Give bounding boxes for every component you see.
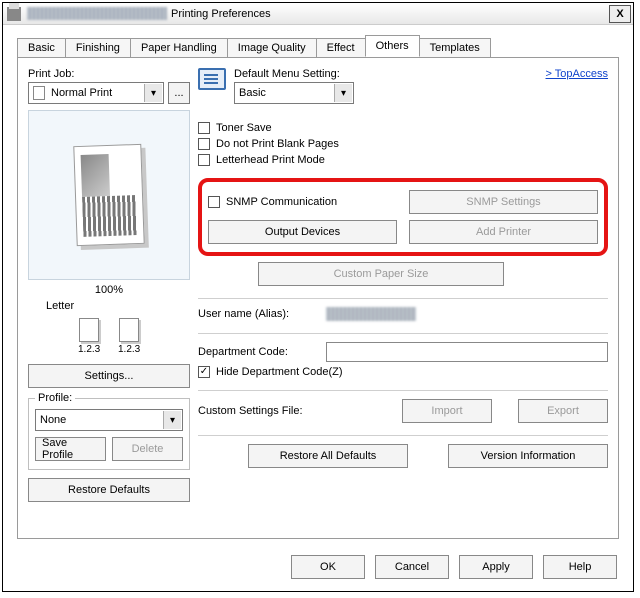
snmp-comm-checkbox[interactable] [208,196,220,208]
mini-page-1: 1.2.3 [79,318,99,342]
page-size-label: Letter [28,300,190,312]
print-job-select[interactable]: Normal Print [28,82,164,104]
dialog-button-bar: OK Cancel Apply Help [3,545,633,591]
blank-pages-label: Do not Print Blank Pages [216,138,339,150]
version-information-button[interactable]: Version Information [448,444,608,468]
default-menu-row: Default Menu Setting: Basic > TopAccess [198,68,608,104]
page-thumbnail [73,144,144,246]
document-icon [33,86,45,100]
toner-save-row[interactable]: Toner Save [198,122,608,134]
window-title: Printing Preferences [171,8,271,20]
titlebar: Printing Preferences X [3,3,633,25]
tab-finishing[interactable]: Finishing [65,38,131,58]
tab-paper-handling[interactable]: Paper Handling [130,38,228,58]
delete-profile-button[interactable]: Delete [112,437,183,461]
dept-code-input[interactable] [326,342,608,362]
page-preview [28,110,190,280]
save-profile-button[interactable]: Save Profile [35,437,106,461]
username-row: User name (Alias): [198,307,608,321]
chevron-down-icon [144,84,162,102]
output-devices-button[interactable]: Output Devices [208,220,397,244]
divider [198,333,608,334]
printer-icon [7,7,21,21]
hide-dept-checkbox[interactable] [198,366,210,378]
mini-pages: 1.2.3 1.2.3 [28,318,190,342]
snmp-comm-row[interactable]: SNMP Communication [208,190,397,214]
page-zoom-label: 100% [28,284,190,296]
tab-image-quality[interactable]: Image Quality [227,38,317,58]
export-button[interactable]: Export [518,399,608,423]
print-job-value: Normal Print [51,87,112,99]
settings-button[interactable]: Settings... [28,364,190,388]
dept-code-label: Department Code: [198,346,318,358]
titlebar-blurred-text [27,7,167,20]
divider [198,390,608,391]
toner-save-checkbox[interactable] [198,122,210,134]
chevron-down-icon [334,84,352,102]
ok-button[interactable]: OK [291,555,365,579]
left-column: Print Job: Normal Print ... 100% Letter … [28,68,190,528]
divider [198,298,608,299]
letterhead-row[interactable]: Letterhead Print Mode [198,154,608,166]
apply-button[interactable]: Apply [459,555,533,579]
tab-templates[interactable]: Templates [419,38,491,58]
cancel-button[interactable]: Cancel [375,555,449,579]
chevron-down-icon [163,411,181,429]
snmp-settings-button[interactable]: SNMP Settings [409,190,598,214]
close-button[interactable]: X [609,5,631,23]
print-job-label: Print Job: [28,68,190,80]
hide-dept-label: Hide Department Code(Z) [216,366,343,378]
default-menu-value: Basic [239,87,266,99]
custom-settings-row: Custom Settings File: Import Export [198,399,608,423]
custom-settings-label: Custom Settings File: [198,405,328,417]
restore-defaults-button[interactable]: Restore Defaults [28,478,190,502]
tab-others[interactable]: Others [365,35,420,57]
restore-all-defaults-button[interactable]: Restore All Defaults [248,444,408,468]
topaccess-link[interactable]: > TopAccess [546,68,608,80]
username-label: User name (Alias): [198,308,318,320]
help-button[interactable]: Help [543,555,617,579]
mini-page-2: 1.2.3 [119,318,139,342]
profile-fieldset: Profile: None Save Profile Delete [28,398,190,470]
blank-pages-row[interactable]: Do not Print Blank Pages [198,138,608,150]
profile-select[interactable]: None [35,409,183,431]
default-menu-label: Default Menu Setting: [234,68,354,80]
right-column: Default Menu Setting: Basic > TopAccess … [198,68,608,528]
add-printer-button[interactable]: Add Printer [409,220,598,244]
letterhead-checkbox[interactable] [198,154,210,166]
profile-label: Profile: [35,392,75,404]
tab-basic[interactable]: Basic [17,38,66,58]
mini-caption-2: 1.2.3 [118,344,140,355]
toner-save-label: Toner Save [216,122,272,134]
printing-preferences-dialog: Printing Preferences X Basic Finishing P… [2,2,634,592]
print-job-more-button[interactable]: ... [168,82,190,104]
tab-effect[interactable]: Effect [316,38,366,58]
blank-pages-checkbox[interactable] [198,138,210,150]
tab-bar: Basic Finishing Paper Handling Image Qua… [3,25,633,57]
profile-value: None [40,414,66,426]
dept-code-row: Department Code: [198,342,608,362]
username-value-blurred [326,307,416,321]
settings-icon [198,68,226,90]
mini-caption-1: 1.2.3 [78,344,100,355]
hide-dept-row[interactable]: Hide Department Code(Z) [198,366,608,378]
divider [198,435,608,436]
custom-paper-size-button[interactable]: Custom Paper Size [258,262,504,286]
import-button[interactable]: Import [402,399,492,423]
highlight-box: SNMP Communication SNMP Settings Output … [198,178,608,256]
default-menu-select[interactable]: Basic [234,82,354,104]
tab-body-others: Print Job: Normal Print ... 100% Letter … [17,57,619,539]
letterhead-label: Letterhead Print Mode [216,154,325,166]
snmp-comm-label: SNMP Communication [226,196,337,208]
